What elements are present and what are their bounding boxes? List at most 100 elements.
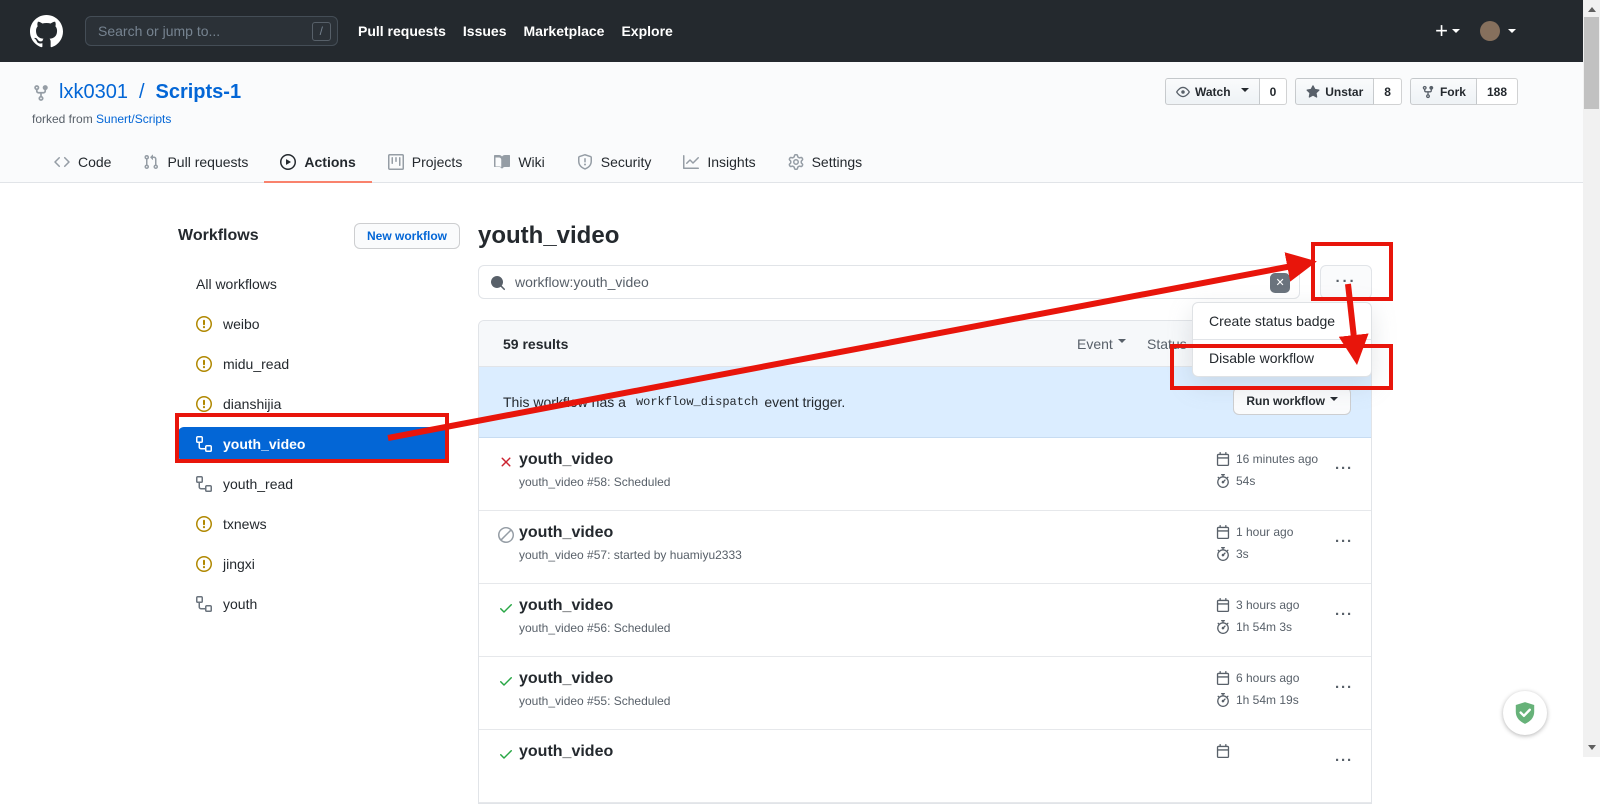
page-scrollbar[interactable] <box>1583 0 1600 757</box>
row-options-button[interactable]: ··· <box>1335 752 1353 769</box>
tab-projects[interactable]: Projects <box>372 142 479 183</box>
check-icon <box>498 673 514 689</box>
sidebar-item-dianshijia[interactable]: dianshijia <box>178 384 460 424</box>
workflow-icon <box>196 596 212 612</box>
row-options-button[interactable]: ··· <box>1335 606 1353 623</box>
project-icon <box>388 154 404 170</box>
header-nav: Pull requests Issues Marketplace Explore <box>358 23 673 39</box>
sidebar-item-weibo[interactable]: weibo <box>178 304 460 344</box>
eye-icon <box>1176 85 1190 99</box>
unstar-button[interactable]: Unstar <box>1295 78 1374 105</box>
github-logo-icon[interactable] <box>30 15 63 48</box>
calendar-icon <box>1216 525 1230 539</box>
plus-icon: + <box>1435 18 1448 44</box>
run-title-link[interactable]: youth_video <box>519 524 613 542</box>
sidebar-item-jingxi[interactable]: jingxi <box>178 544 460 584</box>
shield-icon <box>577 154 593 170</box>
event-filter[interactable]: Event <box>1077 336 1126 352</box>
workflows-sidebar: Workflows New workflow All workflows wei… <box>178 222 460 624</box>
pull-request-icon <box>143 154 159 170</box>
menu-item-create-status-badge[interactable]: Create status badge <box>1193 303 1371 339</box>
nav-pull-requests[interactable]: Pull requests <box>358 23 446 39</box>
run-row[interactable]: youth_video ··· <box>479 730 1371 803</box>
tab-pull-requests[interactable]: Pull requests <box>127 142 264 183</box>
watch-count[interactable]: 0 <box>1260 78 1288 105</box>
runs-filter-input[interactable] <box>479 266 1299 298</box>
sidebar-item-youth-video[interactable]: youth_video <box>178 427 448 461</box>
code-icon <box>54 154 70 170</box>
repo-name-link[interactable]: Scripts-1 <box>156 81 242 104</box>
check-icon <box>498 746 514 762</box>
run-subtitle: youth_video #57: started by huamiyu2333 <box>519 548 742 562</box>
tab-actions[interactable]: Actions <box>264 142 371 183</box>
run-title-link[interactable]: youth_video <box>519 670 613 688</box>
tab-settings[interactable]: Settings <box>772 142 879 183</box>
page-title: youth_video <box>478 222 1372 250</box>
stopwatch-icon <box>1216 547 1230 561</box>
run-row[interactable]: youth_video youth_video #56: Scheduled 3… <box>479 584 1371 657</box>
run-row[interactable]: youth_video youth_video #55: Scheduled 6… <box>479 657 1371 730</box>
watch-button[interactable]: Watch <box>1165 78 1260 105</box>
repo-separator: / <box>139 81 145 104</box>
run-duration: 3s <box>1236 547 1249 561</box>
star-count[interactable]: 8 <box>1374 78 1402 105</box>
x-icon <box>498 454 514 470</box>
sidebar-item-youth[interactable]: youth <box>178 584 460 624</box>
sidebar-item-label: youth_video <box>223 436 305 452</box>
forked-from-link[interactable]: Sunert/Scripts <box>96 112 171 126</box>
graph-icon <box>683 154 699 170</box>
tab-code[interactable]: Code <box>38 142 127 183</box>
run-title-link[interactable]: youth_video <box>519 451 613 469</box>
scrollbar-up-arrow[interactable] <box>1583 0 1600 17</box>
gear-icon <box>788 154 804 170</box>
run-title-link[interactable]: youth_video <box>519 743 613 761</box>
sidebar-item-midu-read[interactable]: midu_read <box>178 344 460 384</box>
nav-issues[interactable]: Issues <box>463 23 507 39</box>
run-row[interactable]: youth_video youth_video #57: started by … <box>479 511 1371 584</box>
row-options-button[interactable]: ··· <box>1335 679 1353 696</box>
tab-insights[interactable]: Insights <box>667 142 771 183</box>
run-duration: 1h 54m 3s <box>1236 620 1292 634</box>
clear-filter-button[interactable]: ✕ <box>1270 273 1290 293</box>
alert-icon <box>196 396 212 412</box>
sidebar-item-txnews[interactable]: txnews <box>178 504 460 544</box>
calendar-icon <box>1216 671 1230 685</box>
nav-marketplace[interactable]: Marketplace <box>524 23 605 39</box>
user-menu[interactable] <box>1480 21 1516 41</box>
workflows-title: Workflows <box>178 227 259 245</box>
menu-item-disable-workflow[interactable]: Disable workflow <box>1193 339 1371 376</box>
banner-code: workflow_dispatch <box>636 395 758 409</box>
adguard-badge[interactable] <box>1503 691 1547 735</box>
create-new-dropdown[interactable]: + <box>1435 18 1460 44</box>
scrollbar-down-arrow[interactable] <box>1583 740 1600 757</box>
sidebar-item-all-workflows[interactable]: All workflows <box>178 264 460 304</box>
top-header: / Pull requests Issues Marketplace Explo… <box>0 0 1600 62</box>
row-options-button[interactable]: ··· <box>1335 533 1353 550</box>
global-search-input[interactable] <box>96 22 312 40</box>
workflow-options-button[interactable]: ··· <box>1320 265 1372 299</box>
scrollbar-thumb[interactable] <box>1584 17 1599 109</box>
workflow-icon <box>196 476 212 492</box>
repo-forked-icon <box>1421 85 1435 99</box>
new-workflow-button[interactable]: New workflow <box>354 223 460 249</box>
sidebar-item-youth-read[interactable]: youth_read <box>178 464 460 504</box>
tab-label: Actions <box>304 154 355 170</box>
slash-key-hint: / <box>312 22 331 41</box>
run-time: 16 minutes ago <box>1236 452 1318 466</box>
run-title-link[interactable]: youth_video <box>519 597 613 615</box>
repo-owner-link[interactable]: lxk0301 <box>59 81 128 104</box>
tab-security[interactable]: Security <box>561 142 668 183</box>
repo-forked-icon <box>32 84 50 102</box>
sidebar-item-label: youth <box>223 596 257 612</box>
row-options-button[interactable]: ··· <box>1335 460 1353 477</box>
fork-count[interactable]: 188 <box>1477 78 1518 105</box>
caret-down-icon <box>1330 397 1338 405</box>
run-duration: 54s <box>1236 474 1255 488</box>
global-search[interactable]: / <box>85 16 338 46</box>
nav-explore[interactable]: Explore <box>621 23 672 39</box>
fork-button[interactable]: Fork <box>1410 78 1477 105</box>
run-row[interactable]: youth_video youth_video #58: Scheduled 1… <box>479 438 1371 511</box>
tab-wiki[interactable]: Wiki <box>478 142 560 183</box>
star-icon <box>1306 85 1320 99</box>
run-workflow-button[interactable]: Run workflow <box>1233 387 1351 415</box>
